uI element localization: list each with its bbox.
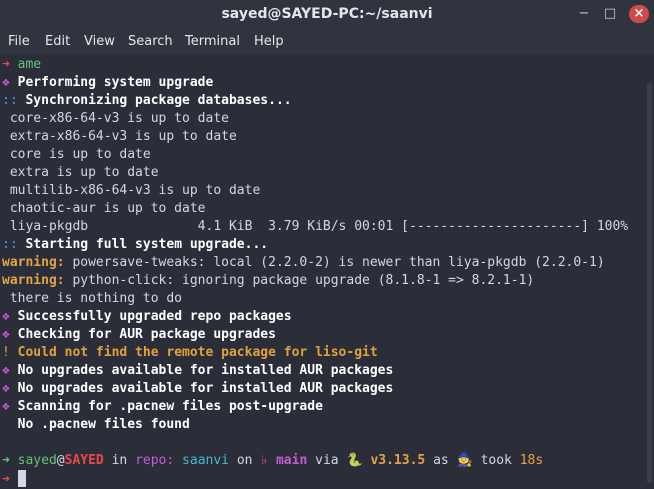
terminal-output[interactable]: ➜ ame ❖ Performing system upgrade:: Synch… xyxy=(0,55,645,489)
menu-file[interactable]: File xyxy=(8,34,30,49)
terminal-text: there is nothing to do xyxy=(2,291,183,306)
terminal-text: :: xyxy=(2,237,26,252)
terminal-text: multilib-x86-64-v3 is up to date xyxy=(2,183,261,198)
terminal-text: ➜ xyxy=(2,453,18,468)
terminal-text: No upgrades available for installed AUR … xyxy=(17,363,394,378)
terminal-text: ➜ xyxy=(2,57,18,72)
terminal-line: warning: powersave-tweaks: local (2.2.0-… xyxy=(2,254,605,272)
window-title: sayed@SAYED-PC:~/saanvi xyxy=(221,6,433,22)
terminal-text: Checking for AUR package upgrades xyxy=(17,327,276,342)
terminal-text: ♭ xyxy=(260,453,276,468)
terminal-line: ❖ Successfully upgraded repo packages xyxy=(2,308,292,326)
terminal-text: warning: xyxy=(2,255,65,270)
terminal-text: Synchronizing package databases... xyxy=(25,93,292,108)
terminal-text: as xyxy=(425,453,457,468)
text-cursor xyxy=(17,470,26,487)
terminal-text: No .pacnew files found xyxy=(2,417,190,432)
menu-search[interactable]: Search xyxy=(128,34,173,49)
terminal-text: core is up to date xyxy=(2,147,151,162)
terminal-text: Scanning for .pacnew files post-upgrade xyxy=(17,399,323,414)
terminal-text: core-x86-64-v3 is up to date xyxy=(2,111,229,126)
terminal-text: repo: xyxy=(135,453,175,468)
terminal-line: ❖ Scanning for .pacnew files post-upgrad… xyxy=(2,398,323,416)
terminal-text: ❖ xyxy=(2,399,18,414)
terminal-line: chaotic-aur is up to date xyxy=(2,200,206,218)
terminal-window: sayed@SAYED-PC:~/saanvi − □ × File Edit … xyxy=(0,0,654,489)
terminal-text: 🐍 xyxy=(346,453,371,468)
terminal-line: core-x86-64-v3 is up to date xyxy=(2,110,229,128)
terminal-line: extra is up to date xyxy=(2,164,159,182)
terminal-line: extra-x86-64-v3 is up to date xyxy=(2,128,237,146)
terminal-line: there is nothing to do xyxy=(2,290,182,308)
terminal-text: sayed xyxy=(17,453,57,468)
terminal-text: warning: xyxy=(2,273,65,288)
menu-bar: File Edit View Search Terminal Help xyxy=(0,30,654,55)
terminal-text: ❖ xyxy=(2,75,18,90)
terminal-line: liya-pkgdb 4.1 KiB 3.79 KiB/s 00:01 [---… xyxy=(2,218,628,236)
terminal-text: v3.13.5 xyxy=(370,453,426,468)
terminal-text: in xyxy=(103,453,136,468)
title-bar[interactable]: sayed@SAYED-PC:~/saanvi − □ × xyxy=(0,0,654,30)
menu-view[interactable]: View xyxy=(84,34,115,49)
terminal-text: on xyxy=(236,453,261,468)
terminal-text: took xyxy=(480,453,520,468)
terminal-text: 🧙 xyxy=(456,453,481,468)
terminal-text: ame xyxy=(17,57,42,72)
terminal-text: via xyxy=(307,453,347,468)
menu-help[interactable]: Help xyxy=(254,34,284,49)
terminal-text: 18s xyxy=(519,453,544,468)
terminal-line: :: Starting full system upgrade... xyxy=(2,236,268,254)
terminal-text: ❖ xyxy=(2,309,18,324)
terminal-text: Could not find the remote package for li… xyxy=(17,345,378,360)
terminal-line: ❖ No upgrades available for installed AU… xyxy=(2,362,393,380)
terminal-text: ➜ xyxy=(2,472,18,487)
terminal-line: ! Could not find the remote package for … xyxy=(2,344,378,362)
terminal-line: ➜ xyxy=(2,470,26,488)
terminal-line: ➜ sayed@SAYED in repo: saanvi on ♭ main … xyxy=(2,452,543,470)
terminal-text: Performing system upgrade xyxy=(17,75,214,90)
terminal-text: ❖ xyxy=(2,381,18,396)
terminal-text: SAYED xyxy=(64,453,104,468)
terminal-line: No .pacnew files found xyxy=(2,416,190,434)
terminal-text: extra is up to date xyxy=(2,165,159,180)
terminal-text: :: xyxy=(2,93,26,108)
terminal-text: python-click: ignoring package upgrade (… xyxy=(64,273,535,288)
terminal-line: ❖ Checking for AUR package upgrades xyxy=(2,326,276,344)
terminal-text: extra-x86-64-v3 is up to date xyxy=(2,129,237,144)
terminal-text: @ xyxy=(56,453,65,468)
terminal-line: ❖ Performing system upgrade xyxy=(2,74,213,92)
scrollbar[interactable] xyxy=(645,55,654,489)
terminal-text: saanvi xyxy=(174,453,237,468)
terminal-text: ❖ xyxy=(2,327,18,342)
terminal-line: ❖ No upgrades available for installed AU… xyxy=(2,380,393,398)
terminal-text: ! xyxy=(2,345,18,360)
terminal-text: Starting full system upgrade... xyxy=(25,237,269,252)
terminal-text: Successfully upgraded repo packages xyxy=(17,309,292,324)
terminal-line: multilib-x86-64-v3 is up to date xyxy=(2,182,260,200)
menu-terminal[interactable]: Terminal xyxy=(185,34,240,49)
terminal-line: core is up to date xyxy=(2,146,151,164)
terminal-line: warning: python-click: ignoring package … xyxy=(2,272,534,290)
scrollbar-thumb[interactable] xyxy=(647,83,652,483)
terminal-text: ❖ xyxy=(2,363,18,378)
terminal-text: chaotic-aur is up to date xyxy=(2,201,206,216)
minimize-button[interactable]: − xyxy=(575,5,593,23)
terminal-text: liya-pkgdb 4.1 KiB 3.79 KiB/s 00:01 [---… xyxy=(2,219,629,234)
terminal-text: powersave-tweaks: local (2.2.0-2) is new… xyxy=(64,255,605,270)
close-button[interactable]: × xyxy=(629,5,649,23)
terminal-text: No upgrades available for installed AUR … xyxy=(17,381,394,396)
terminal-line: :: Synchronizing package databases... xyxy=(2,92,292,110)
menu-edit[interactable]: Edit xyxy=(45,34,70,49)
terminal-text: main xyxy=(275,453,308,468)
maximize-button[interactable]: □ xyxy=(601,5,619,23)
terminal-line: ➜ ame xyxy=(2,56,41,74)
